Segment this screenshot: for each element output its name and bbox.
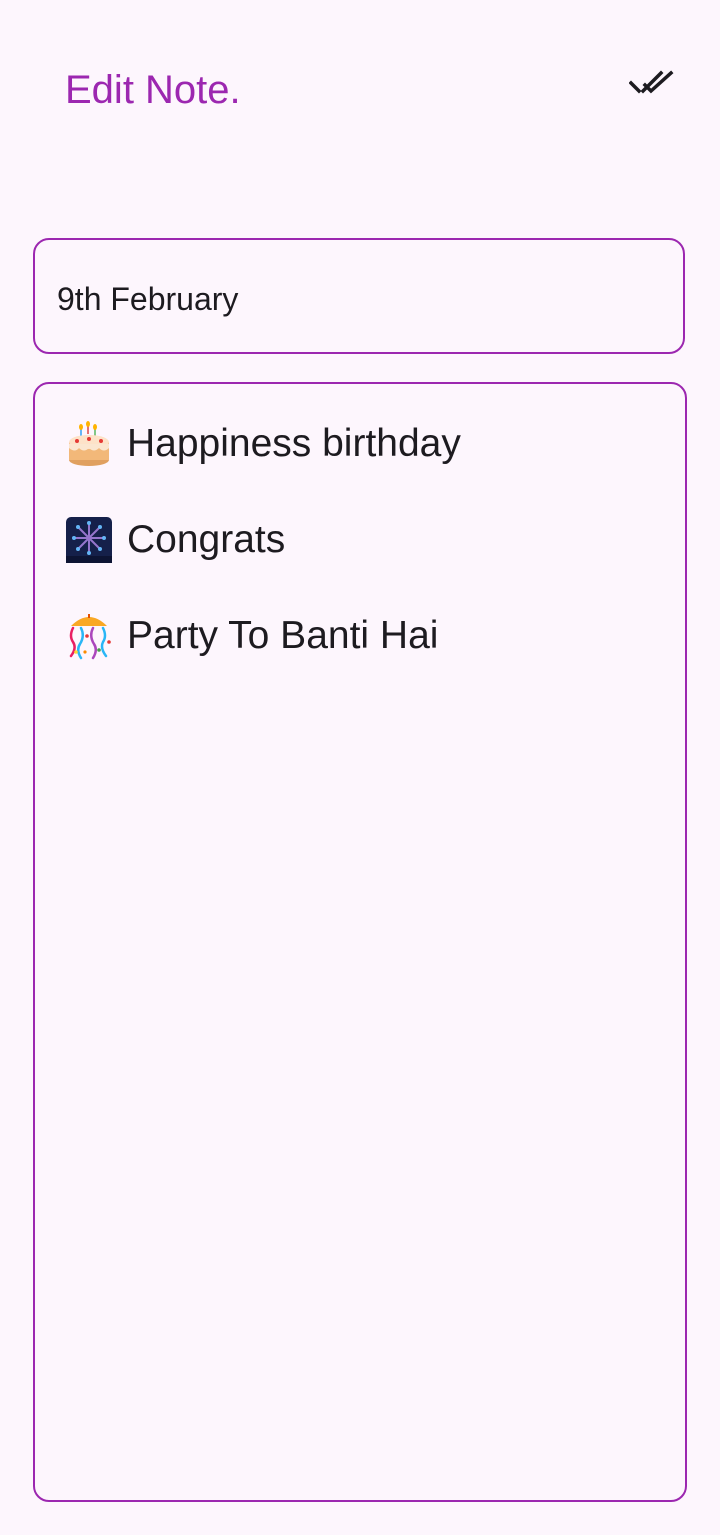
note-line-text: Happiness birthday: [127, 422, 461, 465]
note-title-input[interactable]: 9th February: [57, 280, 238, 318]
note-line-text: Congrats: [127, 518, 286, 561]
note-body-content[interactable]: Happiness birthday Congrats Party To Ban…: [65, 420, 665, 708]
note-line-text: Party To Banti Hai: [127, 614, 439, 657]
page-title: Edit Note.: [65, 68, 241, 112]
note-title-field[interactable]: 9th February: [33, 238, 685, 354]
note-line: Party To Banti Hai: [65, 612, 665, 660]
note-body-field[interactable]: Happiness birthday Congrats Party To Ban…: [33, 382, 687, 1502]
confetti-ball-icon: [65, 612, 113, 660]
note-line: Congrats: [65, 516, 665, 564]
double-check-icon: [629, 69, 675, 99]
birthday-cake-icon: [65, 420, 113, 468]
fireworks-icon: [65, 516, 113, 564]
note-line: Happiness birthday: [65, 420, 665, 468]
save-button[interactable]: [618, 56, 686, 112]
app-bar: Edit Note.: [0, 0, 720, 180]
